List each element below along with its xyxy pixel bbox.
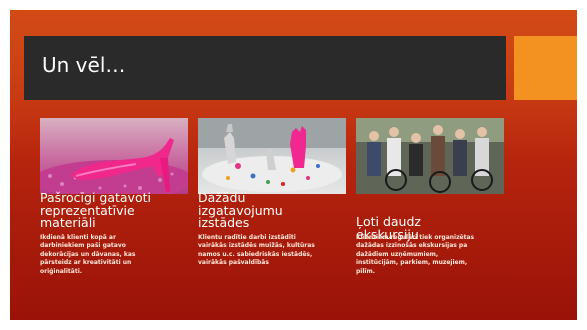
title-bar: Un vēl… [24, 36, 506, 100]
group-photo [356, 118, 504, 194]
slide: Un vēl… Pašrocīgi gatavoti reprezentatīv… [10, 10, 577, 320]
shoe-photo [40, 118, 188, 194]
column-description: Klientu radītie darbi izstādīti vairākās… [198, 234, 315, 267]
column-heading: Dažādu izgatavojumu izstādes [198, 190, 283, 230]
sculpture-photo [198, 118, 346, 194]
accent-block [514, 36, 577, 100]
column-heading: Pašrocīgi gatavoti reprezentatīvie mater… [40, 190, 151, 230]
content-column-2: Dažādu izgatavojumu izstādes Klientu rad… [198, 118, 346, 266]
column-description: Klientiem regulāri tiek organizētas dažā… [356, 234, 475, 275]
content-column-1: Pašrocīgi gatavoti reprezentatīvie mater… [40, 118, 188, 275]
content-column-3: Ļoti daudz ekskursiju Klientiem regulāri… [356, 118, 504, 275]
slide-title: Un vēl… [42, 53, 126, 77]
column-description: Ikdienā klienti kopā ar darbiniekiem paš… [40, 234, 136, 275]
